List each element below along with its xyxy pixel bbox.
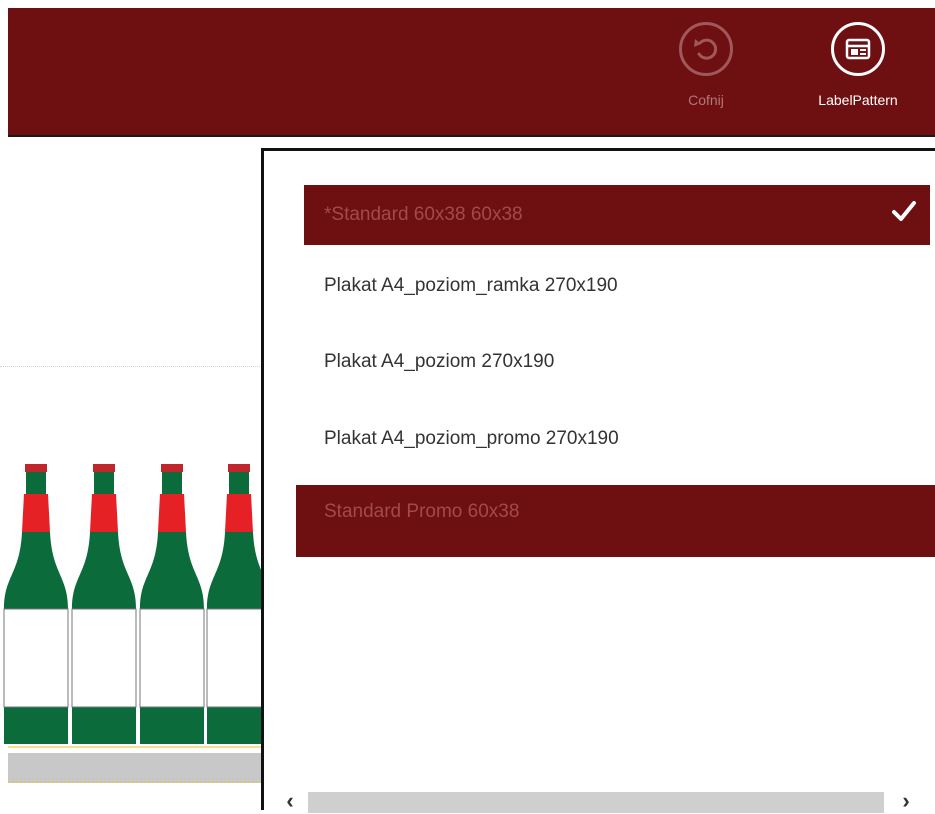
pattern-item-standard-promo[interactable]: Standard Promo 60x38 [296, 485, 935, 557]
pattern-item-label: Standard Promo 60x38 [324, 501, 520, 522]
bottle-image [139, 464, 205, 744]
horizontal-scrollbar[interactable]: ‹ › [264, 788, 935, 813]
pattern-item-plakat-a4-poziom-ramka[interactable]: Plakat A4_poziom_ramka 270x190 [304, 256, 930, 316]
undo-button[interactable]: Cofnij [651, 20, 761, 120]
bottle-image [3, 464, 69, 744]
pattern-item-label: *Standard 60x38 60x38 [324, 204, 523, 225]
pattern-item-standard-60x38[interactable]: *Standard 60x38 60x38 [304, 185, 930, 245]
shelf [8, 753, 262, 783]
shelf-edge [8, 746, 262, 748]
app-bar-divider [8, 135, 935, 137]
pattern-item-plakat-a4-poziom-promo[interactable]: Plakat A4_poziom_promo 270x190 [304, 409, 930, 469]
app-bar [8, 8, 935, 136]
pattern-item-label: Plakat A4_poziom_ramka 270x190 [324, 275, 618, 296]
label-pattern-button[interactable]: LabelPattern [803, 20, 913, 120]
scroll-left-icon[interactable]: ‹ [278, 788, 302, 813]
label-pattern-icon [831, 22, 885, 76]
checkmark-icon [892, 201, 916, 221]
label-pattern-label: LabelPattern [818, 92, 898, 108]
pattern-item-plakat-a4-poziom[interactable]: Plakat A4_poziom 270x190 [304, 332, 930, 392]
undo-label: Cofnij [688, 92, 724, 108]
label-pattern-flyout: *Standard 60x38 60x38 Plakat A4_poziom_r… [261, 148, 935, 813]
bottle-image [71, 464, 137, 744]
undo-icon [679, 22, 733, 76]
pattern-item-label: Plakat A4_poziom 270x190 [324, 351, 555, 372]
window-top-strip [0, 0, 935, 8]
guide-line [0, 366, 262, 367]
scroll-right-icon[interactable]: › [894, 788, 918, 813]
pattern-item-label: Plakat A4_poziom_promo 270x190 [324, 428, 619, 449]
